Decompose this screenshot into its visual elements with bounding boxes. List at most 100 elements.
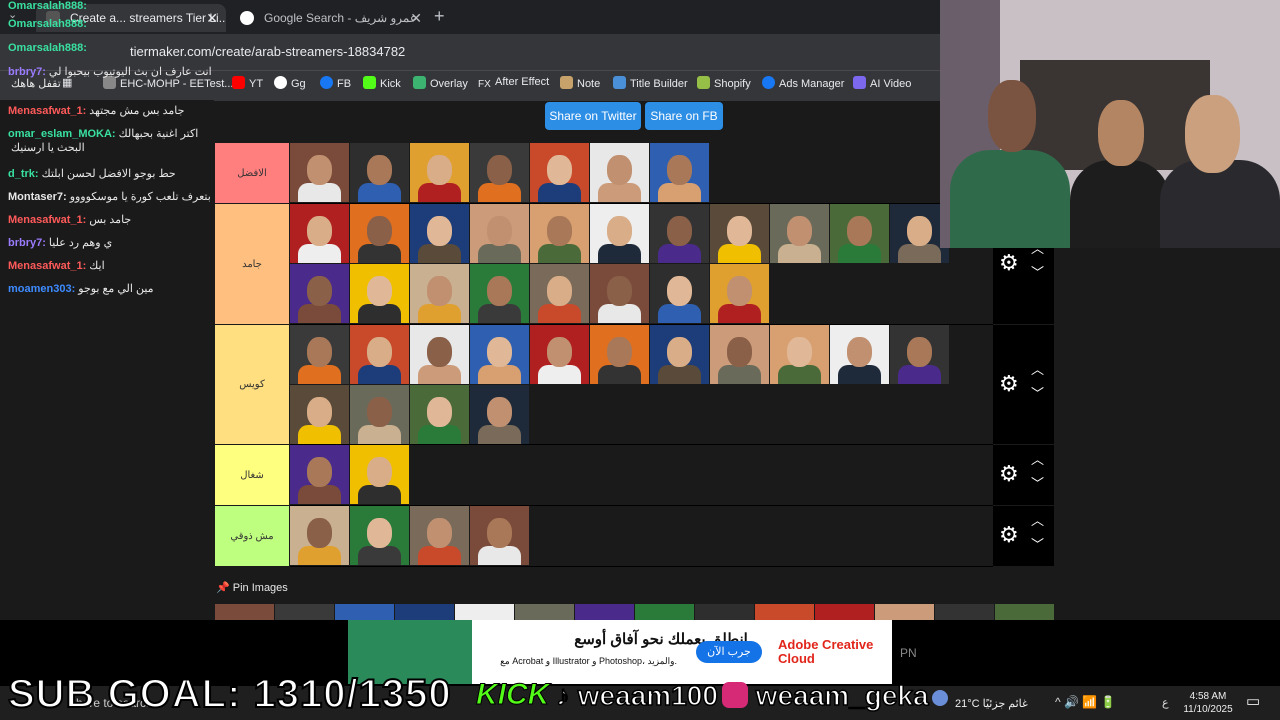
bookmark-title-builder[interactable]: Title Builder xyxy=(613,76,688,90)
streamer-image[interactable] xyxy=(470,325,529,384)
pinned-image[interactable] xyxy=(995,604,1054,620)
streamer-image[interactable] xyxy=(590,204,649,263)
streamer-image[interactable] xyxy=(410,325,469,384)
chat-username[interactable]: omar_eslam_MOKA: xyxy=(8,128,116,140)
tier-row[interactable] xyxy=(290,506,993,567)
pinned-image[interactable] xyxy=(275,604,334,620)
streamer-image[interactable] xyxy=(590,325,649,384)
pinned-image[interactable] xyxy=(815,604,874,620)
new-tab-button[interactable]: + xyxy=(434,6,445,27)
bookmark-shopify[interactable]: Shopify xyxy=(697,76,751,90)
streamer-image[interactable] xyxy=(350,204,409,263)
tray-icons[interactable]: ^ 🔊 📶 🔋 xyxy=(1055,695,1115,709)
move-up-icon[interactable]: ︿ xyxy=(1031,510,1044,529)
tier-label[interactable]: مش ذوقي xyxy=(215,506,289,566)
move-down-icon[interactable]: ﹀ xyxy=(1031,383,1044,402)
chat-username[interactable]: Menasafwat_1: xyxy=(8,214,86,226)
bookmark-gg[interactable]: Gg xyxy=(274,76,306,90)
streamer-image[interactable] xyxy=(530,143,589,202)
streamer-image[interactable] xyxy=(650,325,709,384)
move-down-icon[interactable]: ﹀ xyxy=(1031,262,1044,281)
share-fb-button[interactable]: Share on FB xyxy=(645,102,723,130)
input-language[interactable]: ع xyxy=(1162,696,1169,709)
bookmark-after-effect[interactable]: FX After Effect xyxy=(478,76,549,92)
pinned-image[interactable] xyxy=(755,604,814,620)
gear-icon[interactable]: ⚙ xyxy=(999,371,1019,397)
chat-username[interactable]: Menasafwat_1: xyxy=(8,260,86,272)
move-down-icon[interactable]: ﹀ xyxy=(1031,534,1044,553)
streamer-image[interactable] xyxy=(770,204,829,263)
streamer-image[interactable] xyxy=(650,264,709,323)
bookmark-ai-video[interactable]: AI Video xyxy=(853,76,911,90)
streamer-image[interactable] xyxy=(290,445,349,504)
streamer-image[interactable] xyxy=(350,445,409,504)
streamer-image[interactable] xyxy=(710,325,769,384)
streamer-image[interactable] xyxy=(530,325,589,384)
tier-row[interactable] xyxy=(290,143,993,204)
pinned-image[interactable] xyxy=(455,604,514,620)
move-up-icon[interactable]: ︿ xyxy=(1031,359,1044,378)
bookmark-note[interactable]: Note xyxy=(560,76,600,90)
streamer-image[interactable] xyxy=(530,264,589,323)
streamer-image[interactable] xyxy=(290,204,349,263)
adobe-ad-banner[interactable]: انطلق بعملك نحو آفاق أوسع. مع Acrobat و … xyxy=(348,620,892,684)
tier-label[interactable]: كويس xyxy=(215,325,289,444)
streamer-image[interactable] xyxy=(830,325,889,384)
pinned-image[interactable] xyxy=(395,604,454,620)
pinned-image[interactable] xyxy=(515,604,574,620)
chat-username[interactable]: Omarsalah888: xyxy=(8,0,87,12)
gear-icon[interactable]: ⚙ xyxy=(999,522,1019,548)
tier-row[interactable] xyxy=(290,204,993,325)
streamer-image[interactable] xyxy=(410,264,469,323)
pinned-image[interactable] xyxy=(695,604,754,620)
streamer-image[interactable] xyxy=(290,506,349,565)
streamer-image[interactable] xyxy=(650,143,709,202)
streamer-image[interactable] xyxy=(890,325,949,384)
streamer-image[interactable] xyxy=(710,264,769,323)
pinned-image[interactable] xyxy=(335,604,394,620)
close-icon[interactable]: ✕ xyxy=(410,4,422,32)
chat-username[interactable]: d_trk: xyxy=(8,168,39,180)
streamer-image[interactable] xyxy=(470,264,529,323)
bookmark-yt[interactable]: YT xyxy=(232,76,263,90)
chat-username[interactable]: Omarsalah888: xyxy=(8,18,87,30)
streamer-image[interactable] xyxy=(350,506,409,565)
bookmark-kick[interactable]: Kick xyxy=(363,76,401,90)
chat-username[interactable]: moamen303: xyxy=(8,283,75,295)
streamer-image[interactable] xyxy=(470,506,529,565)
streamer-image[interactable] xyxy=(410,204,469,263)
streamer-image[interactable] xyxy=(290,385,349,444)
notification-icon[interactable]: ▭ xyxy=(1246,692,1260,710)
streamer-image[interactable] xyxy=(470,143,529,202)
streamer-image[interactable] xyxy=(410,143,469,202)
streamer-image[interactable] xyxy=(470,385,529,444)
chat-username[interactable]: brbry7: xyxy=(8,237,46,249)
tab-google-search[interactable]: Google Search - عمرو شريف ✕ xyxy=(230,4,430,32)
streamer-image[interactable] xyxy=(770,325,829,384)
tier-label[interactable]: جامد xyxy=(215,204,289,324)
chat-username[interactable]: Montaser7: xyxy=(8,191,67,203)
streamer-image[interactable] xyxy=(350,143,409,202)
streamer-image[interactable] xyxy=(290,325,349,384)
weather-text[interactable]: 21°C غائم جزئيًا xyxy=(955,697,1028,710)
pinned-image[interactable] xyxy=(215,604,274,620)
bookmark-overlay[interactable]: Overlay xyxy=(413,76,468,90)
streamer-image[interactable] xyxy=(410,506,469,565)
ad-try-button[interactable]: جرب الآن xyxy=(696,641,762,663)
streamer-image[interactable] xyxy=(350,264,409,323)
bookmark-fb[interactable]: FB xyxy=(320,76,351,90)
streamer-image[interactable] xyxy=(290,143,349,202)
chat-username[interactable]: Omarsalah888: xyxy=(8,42,87,54)
chat-username[interactable]: brbry7: xyxy=(8,66,46,78)
pinned-image[interactable] xyxy=(875,604,934,620)
streamer-image[interactable] xyxy=(590,143,649,202)
streamer-image[interactable] xyxy=(470,204,529,263)
move-up-icon[interactable]: ︿ xyxy=(1031,449,1044,468)
streamer-image[interactable] xyxy=(830,204,889,263)
share-twitter-button[interactable]: Share on Twitter xyxy=(545,102,641,130)
chat-username[interactable]: Menasafwat_1: xyxy=(8,105,86,117)
tier-label[interactable]: الافضل xyxy=(215,143,289,203)
pinned-image[interactable] xyxy=(935,604,994,620)
tier-row[interactable] xyxy=(290,445,993,506)
clock[interactable]: 4:58 AM 11/10/2025 xyxy=(1183,690,1233,716)
